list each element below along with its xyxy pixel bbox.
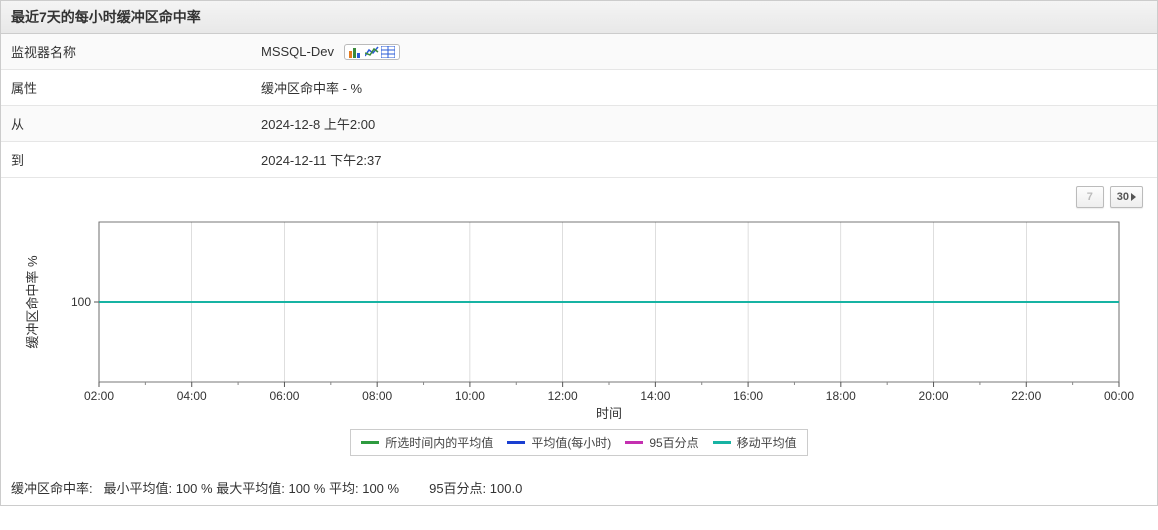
kv-table: 监视器名称 MSSQL-Dev 属性 缓冲区命中率 - % <box>1 34 1157 178</box>
legend-label: 95百分点 <box>649 434 698 451</box>
range-30d-label: 30 <box>1117 191 1129 203</box>
stats-line: 缓冲区命中率: 最小平均值: 100 % 最大平均值: 100 % 平均: 10… <box>1 472 1157 505</box>
stats-title: 缓冲区命中率: <box>11 481 93 496</box>
svg-text:100: 100 <box>71 295 91 309</box>
range-7d-label: 7 <box>1087 191 1093 203</box>
stats-group-main: 缓冲区命中率: 最小平均值: 100 % 最大平均值: 100 % 平均: 10… <box>11 478 399 497</box>
svg-text:缓冲区命中率 %: 缓冲区命中率 % <box>25 255 40 349</box>
svg-text:22:00: 22:00 <box>1011 389 1041 403</box>
range-30d-button[interactable]: 30 <box>1110 186 1143 208</box>
legend-item[interactable]: 所选时间内的平均值 <box>361 434 493 451</box>
svg-text:10:00: 10:00 <box>455 389 485 403</box>
svg-text:16:00: 16:00 <box>733 389 763 403</box>
legend-swatch <box>507 441 525 444</box>
play-icon <box>1131 193 1136 201</box>
range-7d-button[interactable]: 7 <box>1076 186 1104 208</box>
chart-legend: 所选时间内的平均值 平均值(每小时) 95百分点 移动平均值 <box>350 429 807 456</box>
stats-group-p95: 95百分点: 100.0 <box>429 478 522 497</box>
svg-text:08:00: 08:00 <box>362 389 392 403</box>
legend-label: 平均值(每小时) <box>531 434 611 451</box>
svg-text:14:00: 14:00 <box>640 389 670 403</box>
kv-val: 2024-12-8 上午2:00 <box>261 114 1147 133</box>
svg-text:02:00: 02:00 <box>84 389 114 403</box>
svg-text:12:00: 12:00 <box>548 389 578 403</box>
bar-chart-icon[interactable] <box>349 46 363 58</box>
range-controls: 7 30 <box>1 178 1157 212</box>
kv-row-to: 到 2024-12-11 下午2:37 <box>1 142 1157 178</box>
kv-row-from: 从 2024-12-8 上午2:00 <box>1 106 1157 142</box>
legend-label: 所选时间内的平均值 <box>385 434 493 451</box>
chart-area: 02:00 04:00 06:00 08:00 10:00 12:00 14:00 16:00… <box>1 212 1157 472</box>
stats-min-value: 100 % <box>176 481 213 496</box>
stats-max-label: 最大平均值: <box>216 481 285 496</box>
svg-text:18:00: 18:00 <box>826 389 856 403</box>
report-panel: 最近7天的每小时缓冲区命中率 监视器名称 MSSQL-Dev <box>0 0 1158 506</box>
kv-val: 2024-12-11 下午2:37 <box>261 150 1147 169</box>
stats-min-label: 最小平均值: <box>103 481 172 496</box>
kv-key: 监视器名称 <box>11 42 261 61</box>
monitor-name-value: MSSQL-Dev <box>261 44 334 59</box>
legend-swatch <box>625 441 643 444</box>
legend-item[interactable]: 移动平均值 <box>713 434 797 451</box>
line-chart: 02:00 04:00 06:00 08:00 10:00 12:00 14:00 16:00… <box>15 212 1143 422</box>
legend-label: 移动平均值 <box>737 434 797 451</box>
legend-item[interactable]: 平均值(每小时) <box>507 434 611 451</box>
legend-swatch <box>713 441 731 444</box>
kv-key: 属性 <box>11 78 261 97</box>
kv-row-attribute: 属性 缓冲区命中率 - % <box>1 70 1157 106</box>
kv-val: 缓冲区命中率 - % <box>261 78 1147 97</box>
svg-text:00:00: 00:00 <box>1104 389 1134 403</box>
panel-title: 最近7天的每小时缓冲区命中率 <box>1 1 1157 34</box>
kv-val: MSSQL-Dev <box>261 42 1147 61</box>
kv-key: 从 <box>11 114 261 133</box>
legend-swatch <box>361 441 379 444</box>
svg-text:时间: 时间 <box>596 406 622 421</box>
stats-avg-label: 平均: <box>329 481 359 496</box>
stats-p95-label: 95百分点: <box>429 481 486 496</box>
svg-text:06:00: 06:00 <box>269 389 299 403</box>
stats-avg-value: 100 % <box>362 481 399 496</box>
legend-item[interactable]: 95百分点 <box>625 434 698 451</box>
kv-row-monitor: 监视器名称 MSSQL-Dev <box>1 34 1157 70</box>
kv-key: 到 <box>11 150 261 169</box>
stats-max-value: 100 % <box>288 481 325 496</box>
table-icon[interactable] <box>381 46 395 58</box>
line-chart-icon[interactable] <box>365 46 379 58</box>
chart-type-icons[interactable] <box>344 44 400 60</box>
svg-text:04:00: 04:00 <box>177 389 207 403</box>
stats-p95-value: 100.0 <box>490 481 523 496</box>
svg-text:20:00: 20:00 <box>919 389 949 403</box>
